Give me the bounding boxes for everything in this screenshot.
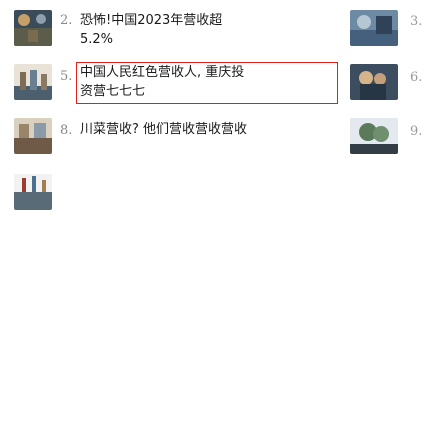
result-thumbnail[interactable] — [14, 10, 52, 46]
fireworks-thumbnail-icon — [14, 10, 52, 46]
crowd-thumbnail-icon — [14, 64, 52, 100]
market-thumbnail-icon — [14, 118, 52, 154]
result-thumbnail[interactable] — [350, 118, 398, 154]
result-title-line[interactable]: 川菜营收? 他们营收营收营收 — [80, 121, 247, 139]
result-number: 6. — [410, 70, 423, 85]
result-number: 3. — [410, 14, 423, 29]
street-thumbnail-icon — [350, 10, 398, 46]
result-title-line[interactable]: 资营七七七 — [80, 83, 145, 101]
result-thumbnail[interactable] — [350, 10, 398, 46]
people-thumbnail-icon — [350, 64, 398, 100]
result-number: 9. — [410, 124, 423, 139]
result-thumbnail[interactable] — [14, 118, 52, 154]
result-number: 2. — [60, 13, 73, 28]
result-thumbnail[interactable] — [14, 64, 52, 100]
result-thumbnail[interactable] — [14, 174, 52, 210]
result-title-line[interactable]: 恐怖!中国2023年营收超 — [80, 12, 222, 30]
result-thumbnail[interactable] — [350, 64, 398, 100]
result-title-line[interactable]: 5.2% — [80, 31, 113, 49]
result-number: 8. — [60, 123, 73, 138]
result-title-line[interactable]: 中国人民红色营收人, 重庆投 — [80, 64, 244, 82]
result-number: 5. — [60, 69, 73, 84]
fireworks-thumbnail-icon — [14, 174, 52, 210]
tree-thumbnail-icon — [350, 118, 398, 154]
